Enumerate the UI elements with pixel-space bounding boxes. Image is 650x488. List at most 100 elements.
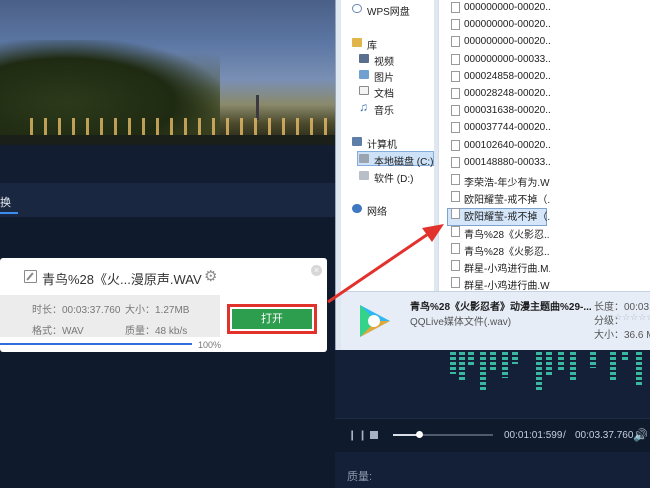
file-icon — [451, 2, 460, 13]
file-item[interactable]: 000148880-00033... — [451, 155, 550, 171]
file-icon — [451, 105, 460, 117]
church-spire — [256, 95, 259, 120]
file-icon — [451, 70, 460, 82]
toolbar-strip — [0, 145, 335, 183]
equalizer-visualizer — [450, 352, 650, 394]
cloud-icon — [352, 4, 362, 13]
file-name: 000024858-00020... — [464, 70, 550, 82]
file-item[interactable]: 000024858-00020... — [451, 69, 550, 85]
file-icon — [451, 174, 460, 185]
nav-item-video[interactable]: 视频 — [374, 53, 394, 68]
nav-item-music[interactable]: 音乐 — [374, 102, 394, 117]
file-name: 000000000-00020... — [464, 2, 550, 13]
document-icon — [359, 86, 369, 95]
preview-image — [0, 0, 335, 145]
file-item-selected[interactable]: 青鸟%28《火影忍... — [451, 241, 550, 258]
open-button[interactable]: 打开 — [232, 309, 312, 329]
file-item[interactable]: 欧阳耀莹-戒不掉（... — [451, 206, 550, 224]
file-item[interactable]: 群星-小鸡进行曲.W... — [451, 275, 550, 293]
drive-c-icon — [359, 154, 369, 163]
file-icon — [451, 260, 460, 271]
nav-item-software[interactable]: 软件 (D:) — [374, 170, 413, 185]
file-name: 青鸟%28《火影忍... — [464, 246, 550, 258]
library-icon — [352, 38, 362, 47]
file-name: 000102640-00020... — [464, 139, 550, 151]
nav-item-local-disk[interactable]: 本地磁盘 (C:) — [374, 153, 433, 168]
file-item[interactable]: 000000000-00020... — [451, 34, 550, 50]
tab-bar — [0, 183, 335, 217]
progress-percent: 100% — [198, 340, 222, 350]
tab-active-indicator — [0, 212, 18, 214]
elapsed-time: 00:01:01:599 — [504, 430, 563, 441]
file-item[interactable]: 群星-小鸡进行曲.M... — [451, 258, 550, 275]
nav-item-documents[interactable]: 文档 — [374, 85, 394, 100]
nav-item-library[interactable]: 库 — [367, 37, 377, 52]
details-duration: 长度：00:03:37 — [594, 302, 650, 313]
file-item[interactable]: 000102640-00020... — [451, 138, 550, 154]
volume-icon[interactable]: 🔊 — [633, 428, 648, 442]
video-icon — [359, 54, 369, 63]
file-item[interactable]: 000028248-00020... — [451, 86, 550, 102]
file-icon — [451, 156, 460, 168]
file-icon — [451, 122, 460, 134]
file-icon — [451, 88, 460, 99]
drive-d-icon — [359, 171, 369, 180]
nav-item-network[interactable]: 网络 — [367, 203, 387, 218]
file-name: 欧阳耀莹-戒不掉（... — [464, 195, 550, 207]
size-text: 大小：1.27MB — [125, 305, 190, 316]
format-text: 格式：WAV — [32, 326, 84, 337]
file-item[interactable]: 000000000-00020... — [451, 0, 550, 16]
details-file-type: QQLive媒体文件(.wav) — [410, 317, 512, 328]
nav-item-computer[interactable]: 计算机 — [367, 136, 397, 151]
quality-text: 质量：48 kb/s — [125, 326, 188, 337]
progress-bar — [0, 343, 192, 345]
file-name: 000148880-00033... — [464, 156, 550, 168]
edit-icon[interactable] — [24, 270, 37, 283]
city-lights — [30, 118, 330, 136]
tab-convert[interactable]: 换 — [0, 194, 11, 210]
quality-label: 质量: — [347, 471, 373, 483]
pause-icon[interactable]: ❙❙ — [348, 430, 369, 441]
file-name: 欧阳耀莹-戒不掉（... — [464, 212, 550, 224]
file-icon — [451, 19, 460, 31]
stop-icon[interactable] — [370, 431, 378, 439]
file-item[interactable]: 000000000-00033... — [451, 52, 550, 68]
file-name: 000000000-00033... — [464, 53, 550, 65]
file-item[interactable]: 李荣浩-年少有为.W... — [451, 172, 550, 189]
gear-icon[interactable]: ⚙ — [204, 267, 217, 285]
file-icon — [451, 225, 460, 237]
total-time: 00:03.37.760 — [575, 430, 634, 441]
file-icon — [451, 242, 460, 254]
task-title: 青鸟%28《火...漫原声.WAV — [42, 272, 202, 287]
file-icon — [451, 36, 460, 48]
annotation-arrow — [327, 224, 444, 304]
file-item[interactable]: 欧阳耀莹-戒不掉（... — [451, 189, 550, 207]
file-name: 群星-小鸡进行曲.W... — [464, 281, 550, 293]
computer-icon — [352, 137, 362, 146]
file-name: 青鸟%28《火影忍... — [464, 229, 550, 241]
details-size: 大小：36.6 MB — [594, 330, 650, 341]
file-name: 群星-小鸡进行曲.M... — [464, 264, 550, 275]
file-icon — [451, 139, 460, 151]
file-item[interactable]: 000000000-00020... — [451, 17, 550, 33]
duration-text: 时长：00:03:37.760 — [32, 305, 121, 316]
file-icon — [451, 53, 460, 65]
file-item[interactable]: 000031638-00020... — [451, 103, 550, 119]
file-icon — [451, 208, 460, 220]
nav-item-wps[interactable]: WPS网盘 — [367, 3, 410, 18]
rating-stars[interactable]: ☆☆☆☆☆ — [614, 312, 650, 323]
file-name: 000000000-00020... — [464, 19, 550, 31]
file-name: 000000000-00020... — [464, 36, 550, 48]
file-icon — [451, 191, 460, 203]
file-item[interactable]: 000037744-00020... — [451, 120, 550, 136]
file-name: 000037744-00020... — [464, 122, 550, 134]
picture-icon — [359, 70, 369, 79]
waterline — [0, 135, 335, 145]
file-icon — [451, 277, 460, 289]
time-separator: / — [563, 430, 566, 441]
file-item[interactable]: 青鸟%28《火影忍... — [451, 224, 550, 241]
nav-item-pictures[interactable]: 图片 — [374, 69, 394, 84]
seek-handle[interactable] — [416, 431, 423, 438]
file-name: 李荣浩-年少有为.W... — [464, 178, 550, 189]
file-name: 000028248-00020... — [464, 88, 550, 99]
